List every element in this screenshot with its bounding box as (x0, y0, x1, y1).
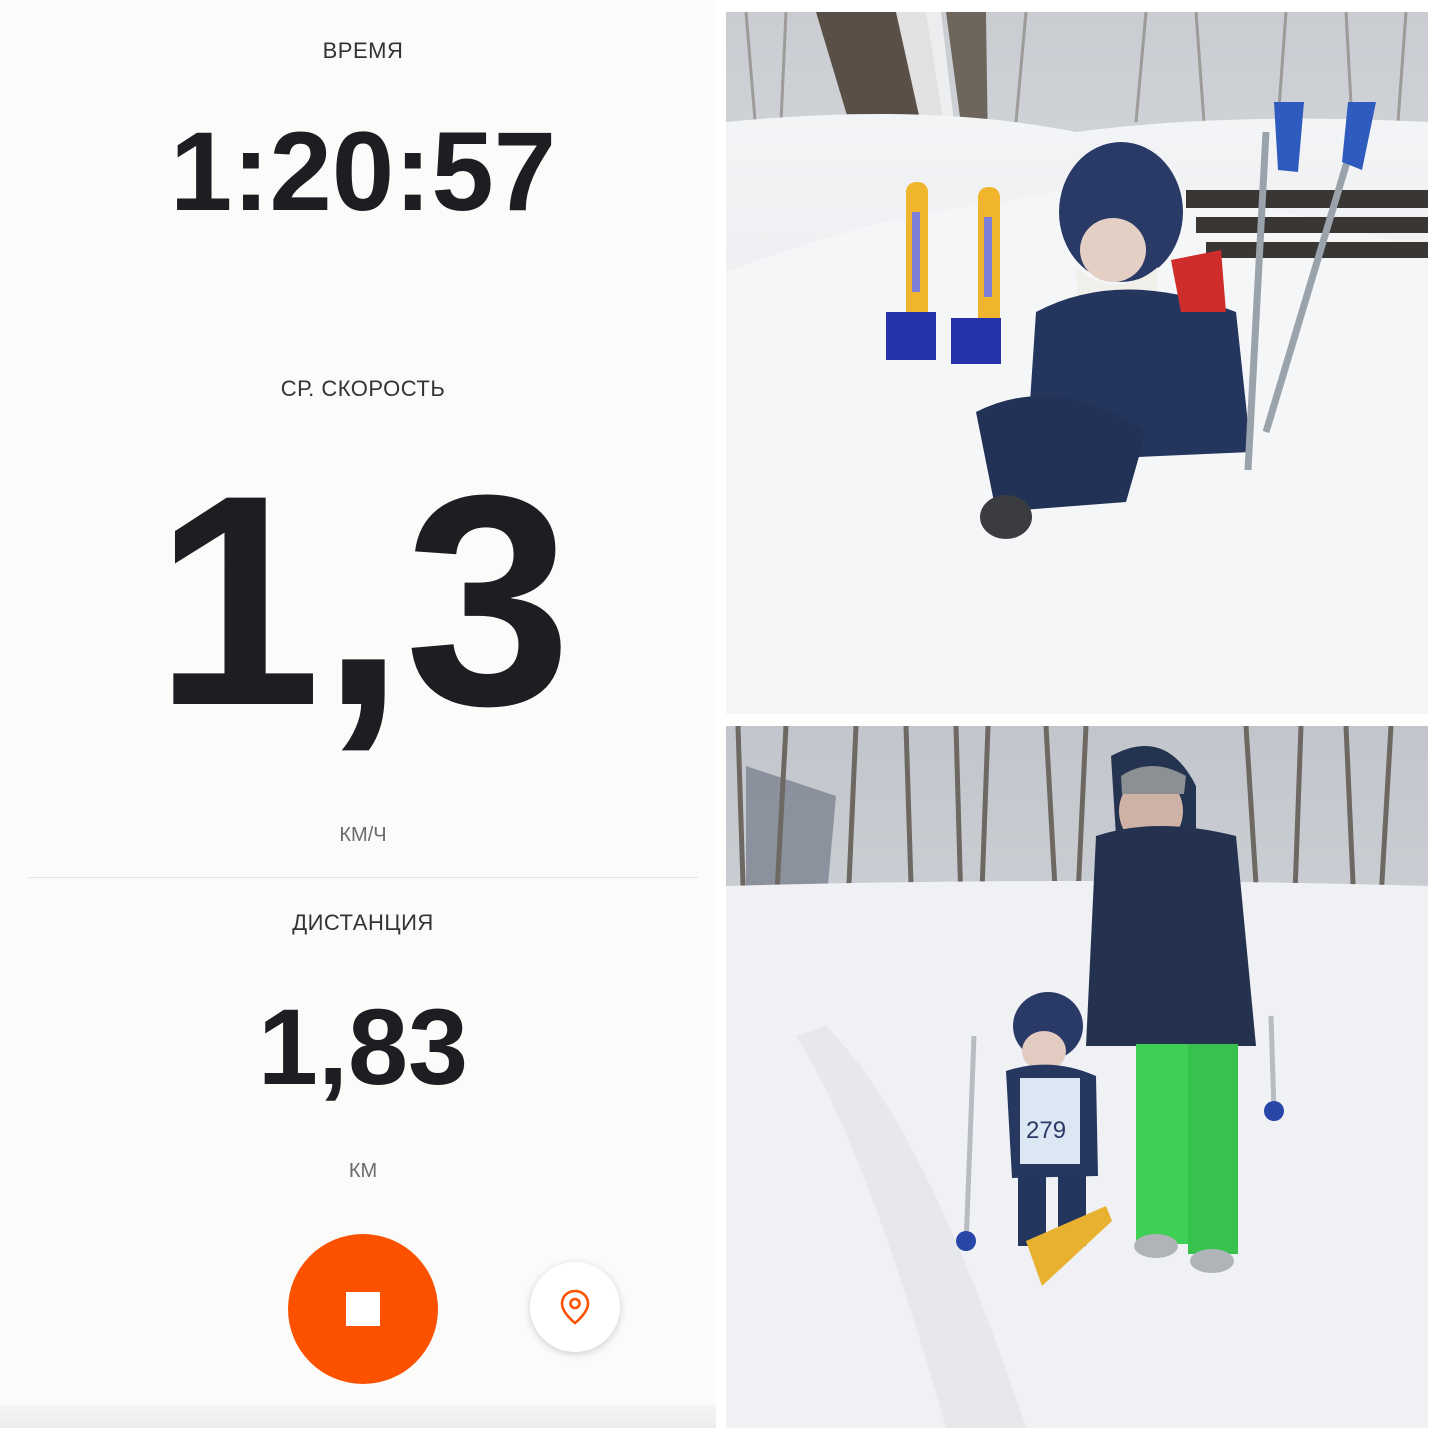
bib-number: 279 (1026, 1117, 1066, 1144)
distance-label: ДИСТАНЦИЯ (292, 910, 434, 935)
avg-speed-unit: КМ/Ч (339, 824, 387, 846)
distance-value: 1,83 (257, 986, 469, 1107)
bottom-bar-edge (0, 1405, 716, 1428)
stop-icon (346, 1292, 380, 1326)
time-label: ВРЕМЯ (322, 38, 404, 63)
time-value: 1:20:57 (169, 109, 557, 234)
avg-speed-label: СР. СКОРОСТЬ (280, 376, 446, 401)
stop-button[interactable] (288, 1234, 438, 1384)
location-button[interactable] (530, 1262, 620, 1352)
photo-child-in-snow (726, 12, 1428, 714)
divider (28, 877, 698, 878)
distance-unit: КМ (348, 1160, 378, 1182)
activity-stats-panel: ВРЕМЯ 1:20:57 СР. СКОРОСТЬ 1,3 КМ/Ч ДИСТ… (0, 0, 716, 1428)
avg-speed-value: 1,3 (154, 432, 572, 768)
location-pin-icon (560, 1289, 590, 1325)
photo-mother-and-child-skiing: 279 (726, 726, 1428, 1428)
